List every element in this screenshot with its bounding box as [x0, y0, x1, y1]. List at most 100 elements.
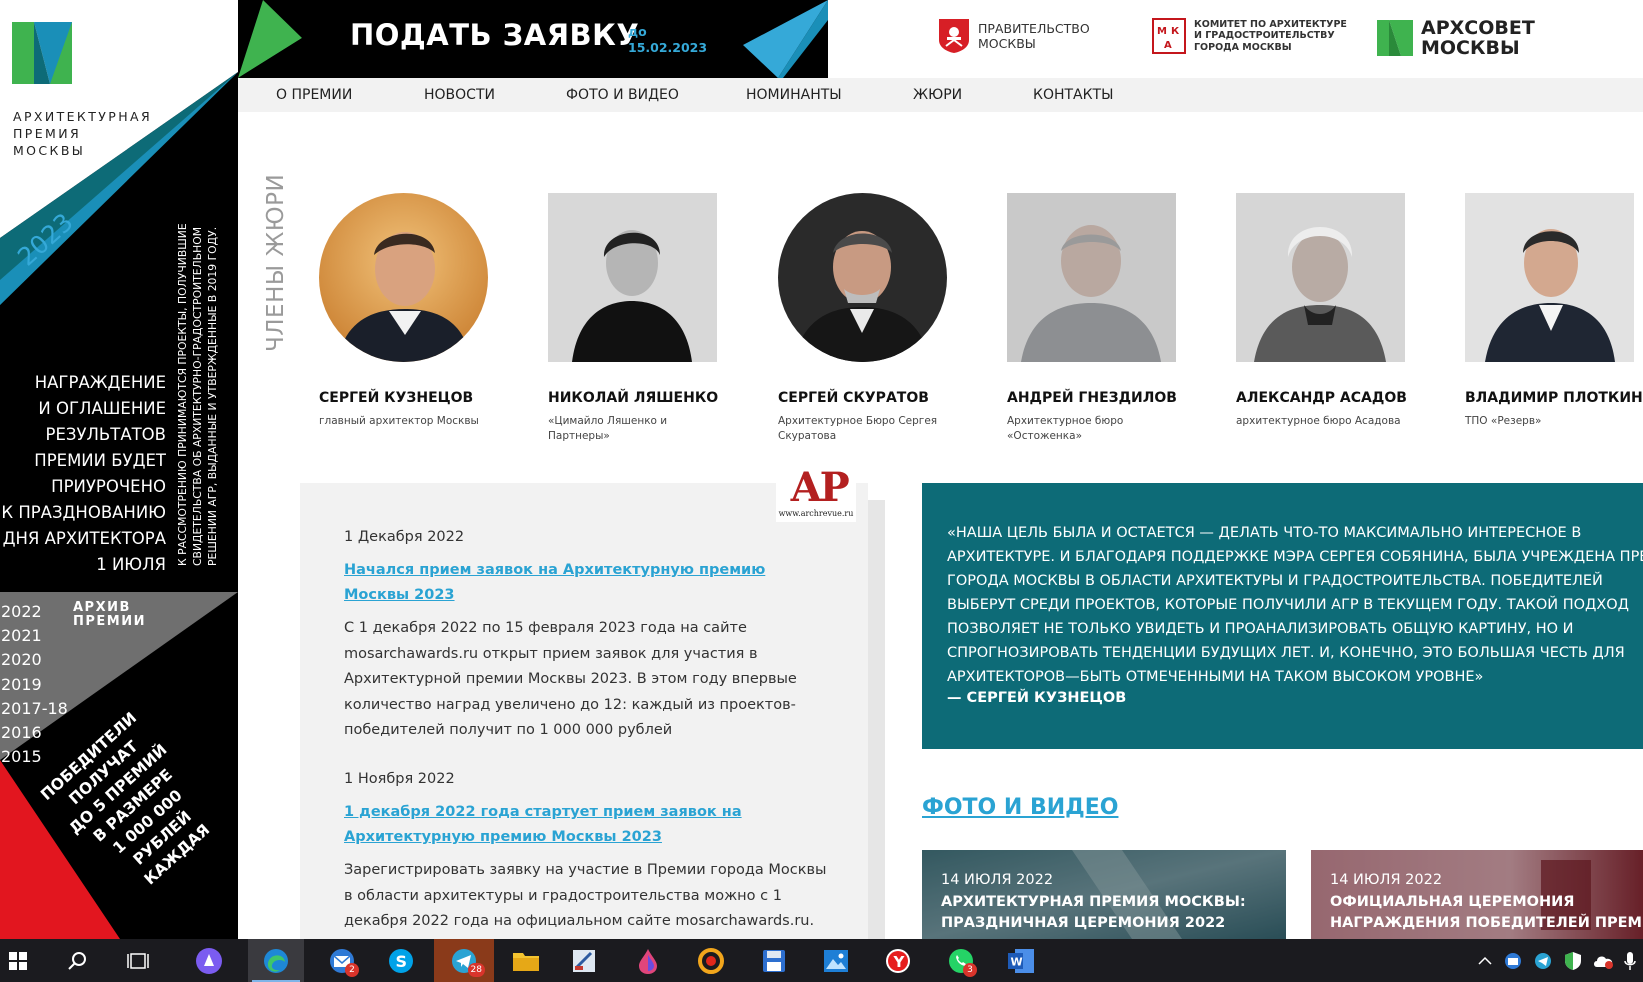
juror-card[interactable]: НИКОЛАЙ ЛЯШЕНКО «Цимайло Ляшенко и Партн…: [548, 193, 748, 444]
archive-year-link[interactable]: 2020: [1, 648, 68, 672]
deadline-prefix: до: [628, 24, 647, 39]
logo-line: ПРЕМИЯ: [13, 126, 82, 141]
partner-line: И ГРАДОСТРОИТЕЛЬСТВУ: [1194, 30, 1335, 42]
nav-item-about[interactable]: О ПРЕМИИ: [276, 87, 352, 103]
start-button[interactable]: [0, 939, 36, 982]
taskbar-app-word[interactable]: W: [998, 939, 1044, 982]
tray-icon-mail[interactable]: [1500, 939, 1526, 982]
taskbar-app-mail[interactable]: 2: [316, 939, 368, 982]
card-title-line: НАГРАЖДЕНИЯ ПОБЕДИТЕЛЕЙ ПРЕМИИ: [1330, 915, 1643, 931]
apply-banner[interactable]: ПОДАТЬ ЗАЯВКУ до 15.02.2023: [238, 0, 828, 78]
quote-line: ПОЗВОЛЯЕТ НЕ ТОЛЬКО УВИДЕТЬ И ПРОАНАЛИЗИ…: [947, 621, 1574, 637]
news-panel: 1 Декабря 2022 Начался прием заявок на А…: [300, 483, 868, 939]
archive-year-link[interactable]: 2015: [1, 745, 68, 769]
tray-overflow-button[interactable]: [1474, 939, 1496, 982]
juror-organization: главный архитектор Москвы: [319, 415, 479, 427]
archive-title-line: ПРЕМИИ: [73, 614, 146, 629]
tray-icon-onedrive[interactable]: [1590, 939, 1616, 982]
quote-line: АРХИТЕКТУРЕ. И БЛАГОДАРЯ ПОДДЕРЖКЕ МЭРА …: [947, 549, 1643, 565]
juror-organization: Архитектурное бюро «Остоженка»: [1007, 415, 1124, 442]
archive-year-link[interactable]: 2021: [1, 624, 68, 648]
announcement-line: К ПРАЗДНОВАНИЮ: [1, 503, 166, 522]
news-date: 1 Ноября 2022: [344, 771, 455, 787]
juror-name: АНДРЕЙ ГНЕЗДИЛОВ: [1007, 390, 1177, 406]
news-body: Зарегистрировать заявку на участие в Пре…: [344, 862, 827, 929]
partner-line: КОМИТЕТ ПО АРХИТЕКТУРЕ: [1194, 18, 1347, 30]
photo-video-section-link[interactable]: ФОТО И ВИДЕО: [922, 795, 1118, 820]
archive-year-link[interactable]: 2016: [1, 721, 68, 745]
taskbar-app-save[interactable]: [752, 939, 796, 982]
mail-tray-icon: [1505, 952, 1521, 969]
folder-icon: [513, 952, 539, 971]
taskbar-search[interactable]: [58, 939, 98, 982]
archive-year-link[interactable]: 2022: [1, 600, 68, 624]
archive-year-link[interactable]: 2019: [1, 673, 68, 697]
announcement-line: 1 ИЮЛЯ: [96, 555, 166, 574]
taskbar-app-alice[interactable]: [188, 939, 230, 982]
taskbar-app-editor[interactable]: [562, 939, 606, 982]
svg-text:М: М: [1157, 26, 1167, 37]
search-icon: [68, 951, 86, 970]
apply-button[interactable]: ПОДАТЬ ЗАЯВКУ: [350, 18, 639, 52]
announcement-line: РЕЗУЛЬТАТОВ: [45, 425, 167, 444]
taskbar-app-whatsapp[interactable]: 3: [936, 939, 986, 982]
juror-name: СЕРГЕЙ СКУРАТОВ: [778, 390, 929, 406]
juror-card[interactable]: АЛЕКСАНДР АСАДОВ архитектурное бюро Асад…: [1236, 193, 1436, 429]
skype-icon: S: [389, 948, 413, 973]
card-date: 14 ИЮЛЯ 2022: [1330, 872, 1443, 888]
photo-video-card[interactable]: 14 ИЮЛЯ 2022 АРХИТЕКТУРНАЯ ПРЕМИЯ МОСКВЫ…: [922, 850, 1286, 939]
juror-card[interactable]: СЕРГЕЙ КУЗНЕЦОВ главный архитектор Москв…: [319, 193, 519, 429]
taskbar-app-edge[interactable]: [248, 939, 304, 982]
note-line: СВИДЕТЕЛЬСТВА ОБ АРХИТЕКТУРНО-ГРАДОСТРОИ…: [191, 226, 204, 566]
taskbar-app-recorder[interactable]: [688, 939, 734, 982]
word-icon: W: [1008, 948, 1034, 973]
juror-card[interactable]: ВЛАДИМИР ПЛОТКИН ТПО «Резерв»: [1465, 193, 1643, 429]
announcement-line: ДНЯ АРХИТЕКТОРА: [2, 529, 166, 548]
quote-line: СПРОГНОЗИРОВАТЬ ТЕНДЕНЦИИ БУДУЩИХ ЛЕТ. И…: [947, 645, 1625, 661]
watermark-url: www.archrevue.ru: [778, 509, 854, 518]
partner-line: ГОРОДА МОСКВЫ: [1194, 41, 1292, 53]
apply-deadline: до 15.02.2023: [628, 24, 707, 56]
partner-text: КОМИТЕТ ПО АРХИТЕКТУРЕ И ГРАДОСТРОИТЕЛЬС…: [1194, 19, 1347, 54]
svg-text:S: S: [396, 952, 408, 971]
juror-card[interactable]: СЕРГЕЙ СКУРАТОВ Архитектурное Бюро Серге…: [778, 193, 978, 444]
juror-photo: [319, 193, 488, 362]
taskbar-app-yandex-browser[interactable]: Y: [876, 939, 920, 982]
taskbar-app-paint[interactable]: [626, 939, 670, 982]
mka-logo-icon: М К А: [1152, 18, 1186, 54]
archive-year-list: 2022 2021 2020 2019 2017-18 2016 2015: [1, 600, 68, 769]
nav-item-photo-video[interactable]: ФОТО И ВИДЕО: [566, 87, 679, 103]
photos-app-icon: [824, 949, 848, 972]
taskbar-app-explorer[interactable]: [504, 939, 548, 982]
juror-organization: «Цимайло Ляшенко и Партнеры»: [548, 415, 668, 442]
notification-badge: 28: [467, 963, 485, 977]
award-logo-icon[interactable]: [12, 22, 72, 84]
partner-mka[interactable]: М К А КОМИТЕТ ПО АРХИТЕКТУРЕ И ГРАДОСТРО…: [1152, 18, 1347, 54]
tray-icon-microphone[interactable]: [1620, 939, 1640, 982]
nav-item-contacts[interactable]: КОНТАКТЫ: [1033, 87, 1113, 103]
news-item: 1 Декабря 2022 Начался прием заявок на А…: [344, 529, 834, 744]
sidebar: АРХИТЕКТУРНАЯ ПРЕМИЯ МОСКВЫ 2023 К РАССМ…: [0, 0, 238, 939]
nav-item-nominees[interactable]: НОМИНАНТЫ: [746, 87, 842, 103]
quote-line: ВЫБЕРУТ СРЕДИ ПРОЕКТОВ, КОТОРЫЕ ПОЛУЧИЛИ…: [947, 597, 1630, 613]
taskbar-app-telegram[interactable]: 28: [434, 939, 494, 982]
tray-icon-security[interactable]: [1560, 939, 1586, 982]
news-title-link[interactable]: Начался прием заявок на Архитектурную пр…: [344, 558, 834, 608]
task-view-button[interactable]: [118, 939, 158, 982]
juror-name: НИКОЛАЙ ЛЯШЕНКО: [548, 390, 719, 406]
nav-item-jury[interactable]: ЖЮРИ: [913, 87, 962, 103]
taskbar-app-skype[interactable]: S: [376, 939, 426, 982]
award-announcement: НАГРАЖДЕНИЕ И ОГЛАШЕНИЕ РЕЗУЛЬТАТОВ ПРЕМ…: [1, 370, 166, 578]
photo-video-card[interactable]: 14 ИЮЛЯ 2022 ОФИЦИАЛЬНАЯ ЦЕРЕМОНИЯ НАГРА…: [1311, 850, 1643, 939]
archive-year-link[interactable]: 2017-18: [1, 697, 68, 721]
quote-author: — СЕРГЕЙ КУЗНЕЦОВ: [947, 690, 1127, 706]
taskbar-app-photos[interactable]: [814, 939, 858, 982]
news-title-link[interactable]: 1 декабря 2022 года стартует прием заяво…: [344, 800, 834, 850]
partner-archsovet[interactable]: АРХСОВЕТ МОСКВЫ: [1377, 18, 1535, 58]
partner-line: МОСКВЫ: [978, 36, 1036, 51]
tray-icon-telegram[interactable]: [1530, 939, 1556, 982]
partner-moscow-government[interactable]: ПРАВИТЕЛЬСТВО МОСКВЫ: [938, 18, 1090, 54]
nav-item-news[interactable]: НОВОСТИ: [424, 87, 495, 103]
juror-card[interactable]: АНДРЕЙ ГНЕЗДИЛОВ Архитектурное бюро «Ост…: [1007, 193, 1207, 444]
drawing-app-icon: [573, 949, 595, 972]
